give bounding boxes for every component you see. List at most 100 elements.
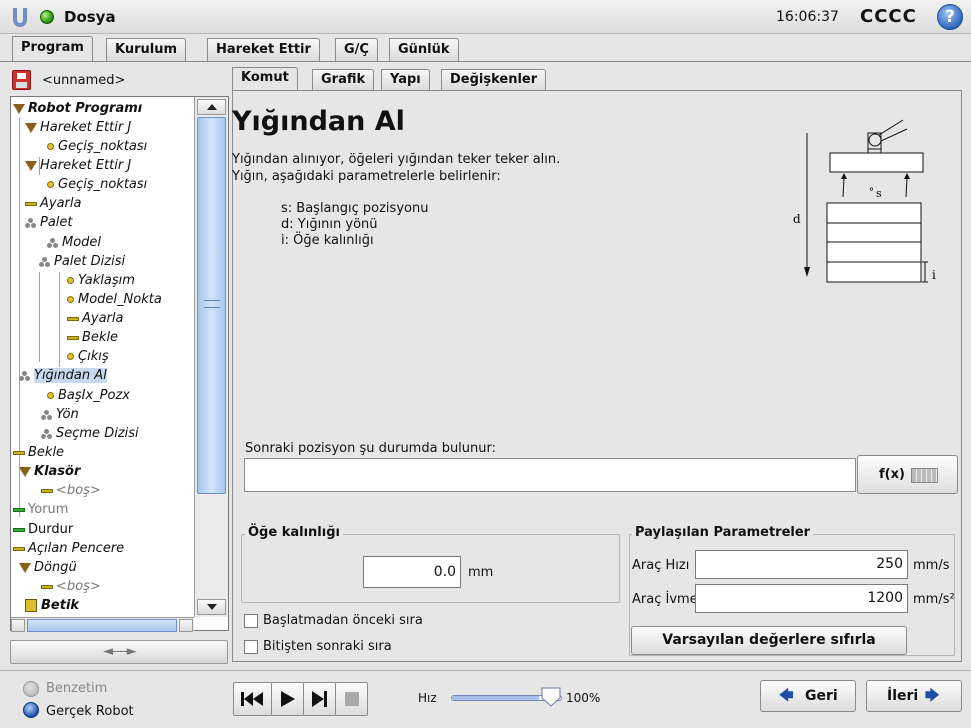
next-position-label: Sonraki pozisyon şu durumda bulunur: [245,441,497,456]
tool-speed-label: Araç Hızı [632,558,690,573]
tree-node-pattern-point[interactable]: Model_Nokta [67,290,162,309]
tab-yapi[interactable]: Yapı [381,69,430,91]
dash-icon [41,584,53,589]
tree-node-folder[interactable]: Klasör [19,462,80,481]
tree-node-start-pos[interactable]: BaşIx_Pozx [47,386,130,405]
description-line-2: Yığın, aşağıdaki parametrelerle belirlen… [232,169,501,184]
tree-node-set-1[interactable]: Ayarla [25,194,81,213]
tree-node-empty-1[interactable]: <boş> [41,481,101,500]
page-title: Yığından Al [232,106,405,137]
start-sequence-label: Başlatmadan önceki sıra [263,613,423,628]
param-direction: d: Yığının yönü [281,217,378,232]
tab-gunluk[interactable]: Günlük [389,38,459,62]
speed-slider-fill [452,696,539,700]
save-file-icon[interactable] [12,70,31,90]
tree-vertical-scrollbar[interactable] [194,97,228,617]
waypoint-icon [47,392,54,399]
tree-node-robot-program[interactable]: Robot Programı [13,99,142,118]
tool-accel-unit: mm/s² [913,592,955,607]
pallet-icon [47,237,59,248]
tree-node-halt[interactable]: Durdur [13,520,73,539]
start-sequence-checkbox[interactable] [244,614,258,628]
waypoint-icon [67,277,74,284]
diagram-d-label: d [793,212,801,226]
stop-button[interactable] [335,682,368,716]
tree-node-set-2[interactable]: Ayarla [67,309,123,328]
simulation-radio[interactable] [23,681,39,697]
tab-degiskenler[interactable]: Değişkenler [441,69,547,91]
help-button[interactable]: ? [937,4,963,30]
tab-komut[interactable]: Komut [232,67,298,91]
collapse-panel-button[interactable]: ◄----► [10,640,228,664]
dash-icon [67,335,79,340]
next-position-expression-field[interactable] [244,458,856,492]
play-button[interactable] [271,682,304,716]
tab-program[interactable]: Program [12,36,93,62]
expression-editor-button[interactable]: f(x) [857,455,958,494]
robot-name: CCCC [860,6,917,27]
pallet-icon [41,409,53,420]
tree-horizontal-scrollbar[interactable] [11,617,194,632]
tree-node-empty-2[interactable]: <boş> [41,577,101,596]
rewind-button[interactable] [233,682,272,716]
tree-node-pattern[interactable]: Model [47,233,101,252]
speed-slider-handle[interactable] [540,685,562,707]
ur-logo-icon [13,8,27,27]
scroll-left-icon[interactable] [11,619,25,632]
next-button[interactable]: İleri 🡆 [866,680,962,712]
tree-node-loop[interactable]: Döngü [19,558,77,577]
scroll-up-icon[interactable] [197,99,226,115]
tree-node-waypoint-1[interactable]: Geçiş_noktası [47,137,147,156]
robot-status-icon [40,10,54,24]
simulation-label: Benzetim [46,681,108,696]
step-button[interactable] [303,682,336,716]
param-thickness: i: Öğe kalınlığı [281,233,374,248]
stack-diagram: ° s d i [793,119,936,283]
end-sequence-checkbox[interactable] [244,640,258,654]
waypoint-icon [67,353,74,360]
tree-node-direction[interactable]: Yön [41,405,79,424]
tree-node-script[interactable]: Betik [25,596,79,615]
tree-node-pallet-sequence[interactable]: Palet Dizisi [39,252,125,271]
tab-grafik[interactable]: Grafik [312,69,375,91]
tree-node-waypoint-2[interactable]: Geçiş_noktası [47,175,147,194]
scroll-down-icon[interactable] [197,599,226,615]
tab-gc[interactable]: G/Ç [335,38,378,62]
pallet-icon [39,256,51,267]
arrow-left-icon: 🡄 [779,688,794,704]
scroll-thumb[interactable] [197,117,226,494]
tree-node-pallet[interactable]: Palet [25,213,73,232]
tree-node-approach[interactable]: Yaklaşım [67,271,135,290]
tree-node-movej-1[interactable]: Hareket Ettir J [25,118,131,137]
dash-icon [13,546,25,551]
scroll-thumb[interactable] [27,619,177,632]
tree-node-movej-2[interactable]: Hareket Ettir J [25,156,131,175]
step-icon [312,691,327,707]
tree-node-comment[interactable]: Yorum [13,500,68,519]
tree-node-wait-1[interactable]: Bekle [67,328,118,347]
reset-defaults-button[interactable]: Varsayılan değerlere sıfırla [631,626,907,655]
tool-speed-input[interactable]: 250 [695,550,908,579]
triangle-icon [25,160,37,171]
tree-node-exit[interactable]: Çıkış [67,347,109,366]
tab-hareket-ettir[interactable]: Hareket Ettir [207,38,320,62]
tree-node-destack[interactable]: Yığından Al [19,366,107,385]
top-bar: Dosya 16:06:37 CCCC ? [0,0,971,34]
tree-node-pick-sequence[interactable]: Seçme Dizisi [41,424,139,443]
dash-icon [67,316,79,321]
triangle-icon [19,562,31,573]
tree-node-wait-2[interactable]: Bekle [13,443,64,462]
arrow-right-icon: 🡆 [925,688,940,704]
thickness-group-title: Öğe kalınlığı [245,525,343,540]
tree-node-popup[interactable]: Açılan Pencere [13,539,124,558]
dash-icon [13,450,25,455]
tab-kurulum[interactable]: Kurulum [106,38,187,62]
tool-accel-input[interactable]: 1200 [695,584,908,613]
keypad-icon [911,468,938,483]
back-button[interactable]: 🡄 Geri [760,680,856,712]
dash-icon [41,488,53,493]
thickness-input[interactable]: 0.0 [363,556,461,588]
dash-icon [13,507,25,512]
scroll-right-icon[interactable] [179,619,193,632]
real-robot-radio[interactable] [23,702,39,718]
